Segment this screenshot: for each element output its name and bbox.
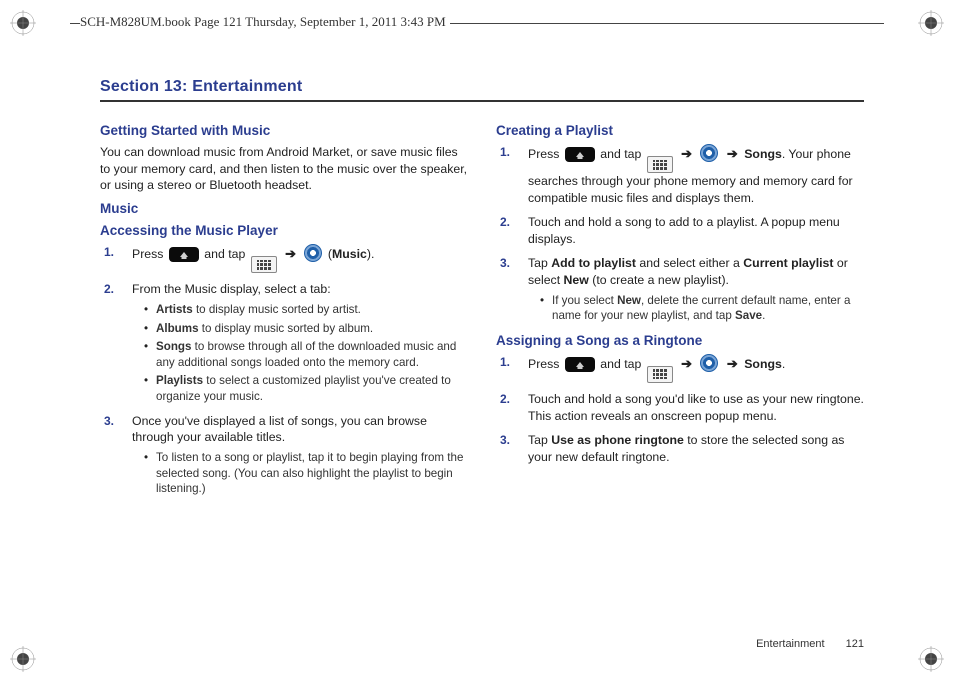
text: Touch and hold a song you'd like to use … [528,392,864,423]
ringtone-step-2: 2. Touch and hold a song you'd like to u… [514,391,864,424]
para-getting-started: You can download music from Android Mark… [100,144,468,194]
playlist-step-3: 3. Tap Add to playlist and select either… [514,255,864,323]
arrow-icon: ➔ [727,355,738,373]
text: and tap [600,357,644,371]
access-step-3: 3. Once you've displayed a list of songs… [118,413,468,497]
text: From the Music display, select a tab: [132,282,331,296]
step-number: 2. [500,214,510,230]
ringtone-step-1: 1. Press and tap ➔ ➔ Songs. [514,354,864,383]
access-step-2: 2. From the Music display, select a tab:… [118,281,468,404]
apps-grid-icon [647,156,673,173]
home-key-icon [565,357,595,372]
left-column: Getting Started with Music You can downl… [100,116,468,505]
ringtone-step-3: 3. Tap Use as phone ringtone to store th… [514,432,864,465]
step-number: 3. [104,413,114,429]
tab-albums: Albums to display music sorted by album. [146,321,468,337]
text: and tap [600,147,644,161]
music-disc-icon [700,354,718,372]
step-number: 2. [104,281,114,297]
arrow-icon: ➔ [727,145,738,163]
crop-mark-tl [10,10,36,36]
heading-music: Music [100,200,468,218]
heading-accessing: Accessing the Music Player [100,222,468,240]
heading-creating-playlist: Creating a Playlist [496,122,864,140]
text: (Music). [328,247,374,261]
footer-page: 121 [846,638,864,650]
arrow-icon: ➔ [681,145,692,163]
apps-grid-icon [647,366,673,383]
tab-artists: Artists to display music sorted by artis… [146,302,468,318]
text: Tap [528,256,551,270]
page-footer: Entertainment 121 [756,638,864,650]
text: Press [528,147,563,161]
heading-getting-started: Getting Started with Music [100,122,468,140]
text: Press [528,357,563,371]
music-disc-icon [304,244,322,262]
step-number: 2. [500,391,510,407]
songs-label: Songs [744,357,782,371]
heading-assigning-ringtone: Assigning a Song as a Ringtone [496,332,864,350]
step-number: 1. [500,354,510,370]
tab-songs: Songs to browse through all of the downl… [146,339,468,370]
text: Once you've displayed a list of songs, y… [132,414,427,445]
playlist-step-1: 1. Press and tap ➔ ➔ Songs. Your phone s… [514,144,864,206]
right-column: Creating a Playlist 1. Press and tap ➔ ➔… [496,116,864,505]
text: and tap [204,247,248,261]
home-key-icon [565,147,595,162]
section-title: Section 13: Entertainment [100,78,864,102]
home-key-icon [169,247,199,262]
footer-section: Entertainment [756,638,824,650]
step-number: 1. [104,244,114,260]
text: Press [132,247,167,261]
playlist-step-2: 2. Touch and hold a song to add to a pla… [514,214,864,247]
text: Touch and hold a song to add to a playli… [528,215,840,246]
text: . [782,357,785,371]
crop-mark-bl [10,646,36,672]
songs-label: Songs [744,147,782,161]
access-step-1: 1. Press and tap ➔ (Music). [118,244,468,273]
music-disc-icon [700,144,718,162]
crop-mark-br [918,646,944,672]
text: Tap [528,433,551,447]
playlist-step-3-sub: If you select New, delete the current de… [542,293,864,324]
arrow-icon: ➔ [681,355,692,373]
header-text: SCH-M828UM.book Page 121 Thursday, Septe… [80,14,450,30]
tab-playlists: Playlists to select a customized playlis… [146,373,468,404]
step-number: 3. [500,255,510,271]
step3-sub: To listen to a song or playlist, tap it … [146,450,468,497]
arrow-icon: ➔ [285,245,296,263]
apps-grid-icon [251,256,277,273]
step-number: 3. [500,432,510,448]
step-number: 1. [500,144,510,160]
crop-mark-tr [918,10,944,36]
